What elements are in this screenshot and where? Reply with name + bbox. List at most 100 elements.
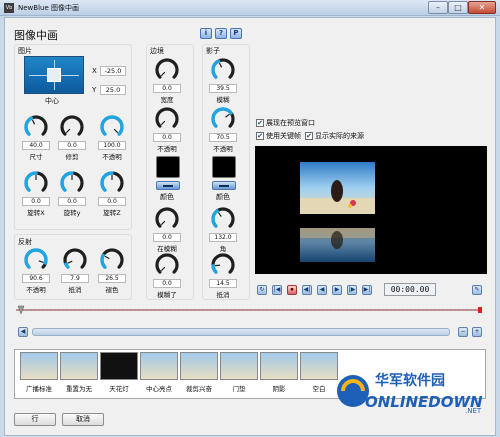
preset-item[interactable]: 中心亮点 bbox=[139, 352, 179, 398]
position-handle[interactable] bbox=[47, 68, 61, 82]
dial-icon[interactable] bbox=[99, 247, 125, 273]
shadow-color-picker-button[interactable] bbox=[212, 181, 236, 190]
shadow-offset-knob[interactable]: 14.5 抵消 bbox=[206, 252, 240, 299]
timeline-scrollbar[interactable] bbox=[32, 328, 450, 336]
info-button[interactable]: i bbox=[200, 28, 212, 39]
ok-button[interactable]: 行 bbox=[14, 413, 56, 426]
rotate-y-value[interactable]: 0.0 bbox=[58, 197, 86, 206]
maximize-button[interactable]: □ bbox=[448, 1, 468, 14]
border-section-label: 边境 bbox=[150, 47, 164, 55]
dial-icon[interactable] bbox=[210, 252, 236, 278]
go-to-start-button[interactable]: |◀ bbox=[272, 285, 282, 295]
cancel-button[interactable]: 取消 bbox=[62, 413, 104, 426]
keyframe-timeline[interactable] bbox=[16, 305, 482, 315]
preset-thumbnail bbox=[20, 352, 58, 380]
crop-knob[interactable]: 0.0 修剪 bbox=[55, 114, 89, 161]
rotate-z-value[interactable]: 0.0 bbox=[98, 197, 126, 206]
shadow-opacity-knob[interactable]: 70.5 不透明 bbox=[206, 106, 240, 153]
show-in-preview-checkbox[interactable]: ✔ 展现在预览窗口 bbox=[256, 118, 315, 128]
preset-item[interactable]: 阴影 bbox=[259, 352, 299, 398]
position-pad[interactable] bbox=[24, 56, 84, 94]
dial-icon[interactable] bbox=[154, 252, 180, 278]
zoom-out-button[interactable]: − bbox=[458, 327, 468, 337]
loop-button[interactable]: ↻ bbox=[257, 285, 267, 295]
shadow-offset-value[interactable]: 14.5 bbox=[209, 279, 237, 288]
dial-icon[interactable] bbox=[154, 106, 180, 132]
border-inner-blur-value[interactable]: 0.0 bbox=[153, 233, 181, 242]
step-forward-button[interactable]: |▶ bbox=[347, 285, 357, 295]
dial-icon[interactable] bbox=[62, 247, 88, 273]
reflection-opacity-value[interactable]: 90.6 bbox=[22, 274, 50, 283]
dial-icon[interactable] bbox=[154, 57, 180, 83]
size-value[interactable]: 40.0 bbox=[22, 141, 50, 150]
stop-button[interactable]: ⏹ bbox=[287, 285, 297, 295]
preset-thumbnail bbox=[60, 352, 98, 380]
go-to-end-button[interactable]: ▶| bbox=[362, 285, 372, 295]
border-outer-blur-value[interactable]: 0.0 bbox=[153, 279, 181, 288]
border-opacity-value[interactable]: 0.0 bbox=[153, 133, 181, 142]
x-input[interactable]: -25.0 bbox=[100, 66, 126, 76]
dial-icon[interactable] bbox=[59, 170, 85, 196]
reflection-offset-knob[interactable]: 7.9 抵消 bbox=[58, 247, 92, 294]
window-title: NewBlue 图像中画 bbox=[18, 4, 79, 12]
border-outer-blur-knob[interactable]: 0.0 模糊了 bbox=[150, 252, 184, 299]
shadow-opacity-value[interactable]: 70.5 bbox=[209, 133, 237, 142]
show-actual-source-checkbox[interactable]: ✔ 显示实际的来源 bbox=[305, 131, 364, 141]
preset-item[interactable]: 裁剪兴奋 bbox=[179, 352, 219, 398]
dial-icon[interactable] bbox=[99, 114, 125, 140]
rotate-x-knob[interactable]: 0.0 旋转X bbox=[19, 170, 53, 217]
edit-icon[interactable]: ✎ bbox=[472, 285, 482, 295]
close-button[interactable]: ✕ bbox=[468, 1, 496, 14]
reflection-fade-label: 褪色 bbox=[105, 286, 119, 294]
border-inner-blur-knob[interactable]: 0.0 在模糊 bbox=[150, 206, 184, 253]
dial-icon[interactable] bbox=[210, 206, 236, 232]
border-width-knob[interactable]: 0.0 宽度 bbox=[150, 57, 184, 104]
reflection-offset-value[interactable]: 7.9 bbox=[61, 274, 89, 283]
border-opacity-knob[interactable]: 0.0 不透明 bbox=[150, 106, 184, 153]
rotate-y-knob[interactable]: 0.0 旋转y bbox=[55, 170, 89, 217]
preset-item[interactable]: 广播标准 bbox=[19, 352, 59, 398]
scroll-left-button[interactable]: ◀ bbox=[18, 327, 28, 337]
reflection-opacity-knob[interactable]: 90.6 不透明 bbox=[19, 247, 53, 294]
size-knob[interactable]: 40.0 尺寸 bbox=[19, 114, 53, 161]
preset-item[interactable]: 天花灯 bbox=[99, 352, 139, 398]
dial-icon[interactable] bbox=[154, 206, 180, 232]
preset-item[interactable]: 门垫 bbox=[219, 352, 259, 398]
preset-label: 重置为无 bbox=[66, 385, 92, 393]
dial-icon[interactable] bbox=[210, 57, 236, 83]
dial-icon[interactable] bbox=[59, 114, 85, 140]
dial-icon[interactable] bbox=[99, 170, 125, 196]
reflection-fade-knob[interactable]: 26.5 褪色 bbox=[95, 247, 129, 294]
rotate-x-value[interactable]: 0.0 bbox=[22, 197, 50, 206]
minimize-button[interactable]: – bbox=[428, 1, 448, 14]
dial-icon[interactable] bbox=[23, 114, 49, 140]
reflection-fade-value[interactable]: 26.5 bbox=[98, 274, 126, 283]
picture-opacity-label: 不透明 bbox=[102, 153, 122, 161]
picture-opacity-value[interactable]: 100.0 bbox=[98, 141, 126, 150]
border-width-value[interactable]: 0.0 bbox=[153, 84, 181, 93]
picture-opacity-knob[interactable]: 100.0 不透明 bbox=[95, 114, 129, 161]
zoom-in-button[interactable]: + bbox=[472, 327, 482, 337]
shadow-blur-value[interactable]: 39.5 bbox=[209, 84, 237, 93]
play-button[interactable]: ▶ bbox=[332, 285, 342, 295]
presets-button[interactable]: P bbox=[230, 28, 242, 39]
rotate-z-knob[interactable]: 0.0 旋转Z bbox=[95, 170, 129, 217]
shadow-angle-value[interactable]: 132.0 bbox=[209, 233, 237, 242]
y-input[interactable]: 25.0 bbox=[100, 85, 126, 95]
crop-value[interactable]: 0.0 bbox=[58, 141, 86, 150]
border-opacity-label: 不透明 bbox=[157, 145, 177, 153]
shadow-angle-knob[interactable]: 132.0 角 bbox=[206, 206, 240, 253]
border-color-swatch[interactable] bbox=[156, 156, 180, 178]
use-keyframes-checkbox[interactable]: ✔ 使用关键帧 bbox=[256, 131, 301, 141]
preset-item[interactable]: 空白 bbox=[299, 352, 339, 398]
shadow-blur-knob[interactable]: 39.5 模糊 bbox=[206, 57, 240, 104]
dial-icon[interactable] bbox=[23, 247, 49, 273]
dial-icon[interactable] bbox=[23, 170, 49, 196]
step-back-button[interactable]: ◀| bbox=[302, 285, 312, 295]
help-button[interactable]: ? bbox=[215, 28, 227, 39]
shadow-color-swatch[interactable] bbox=[212, 156, 236, 178]
border-color-picker-button[interactable] bbox=[156, 181, 180, 190]
preset-item[interactable]: 重置为无 bbox=[59, 352, 99, 398]
dial-icon[interactable] bbox=[210, 106, 236, 132]
play-reverse-button[interactable]: ◀ bbox=[317, 285, 327, 295]
